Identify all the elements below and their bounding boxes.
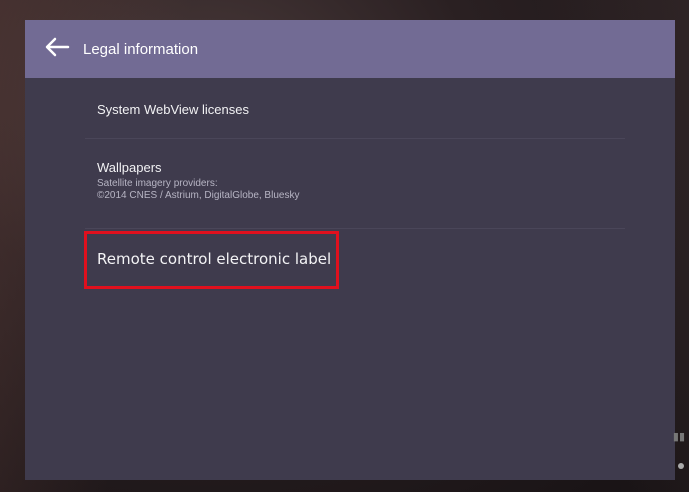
back-button[interactable]	[35, 27, 79, 71]
list-item-subtitle: ©2014 CNES / Astrium, DigitalGlobe, Blue…	[97, 190, 300, 201]
divider	[85, 228, 625, 229]
settings-window: Legal information System WebView license…	[25, 20, 675, 480]
dot-indicator	[678, 463, 684, 469]
arrow-left-icon	[44, 37, 70, 62]
list-item-system-webview-licenses[interactable]: System WebView licenses	[97, 102, 627, 117]
list-item-title: Wallpapers	[97, 160, 162, 175]
app-bar: Legal information	[25, 20, 675, 78]
list-item-title: System WebView licenses	[97, 102, 249, 117]
highlight-box	[84, 231, 339, 289]
volume-bars-icon: ▮▮	[672, 431, 685, 443]
list-item-subtitle: Satellite imagery providers:	[97, 178, 218, 189]
list-item-wallpapers[interactable]: Wallpapers Satellite imagery providers: …	[97, 160, 627, 202]
page-title: Legal information	[83, 40, 199, 58]
divider	[85, 138, 625, 139]
